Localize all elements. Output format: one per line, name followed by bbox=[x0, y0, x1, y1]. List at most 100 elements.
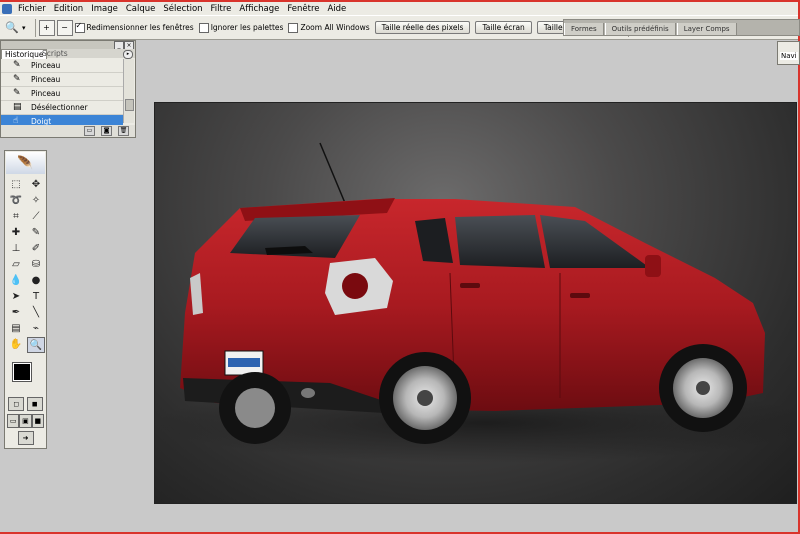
hand-tool-icon[interactable]: ✋ bbox=[7, 337, 25, 351]
menu-edition[interactable]: Edition bbox=[50, 4, 87, 14]
history-row-label: Pinceau bbox=[31, 61, 61, 70]
line-tool-icon[interactable]: ╲ bbox=[27, 305, 45, 319]
type-tool-icon[interactable]: T bbox=[27, 289, 45, 303]
fit-screen-button[interactable]: Taille écran bbox=[475, 21, 532, 34]
paint-bucket-tool-icon[interactable]: ⛁ bbox=[27, 257, 45, 271]
jump-row: ➜ bbox=[7, 431, 44, 445]
crop-tool-icon[interactable]: ⌗ bbox=[7, 209, 25, 223]
stamp-tool-icon[interactable]: ⊥ bbox=[7, 241, 25, 255]
magic-wand-tool-icon[interactable]: ✧ bbox=[27, 193, 45, 207]
notes-tool-icon[interactable]: ▤ bbox=[7, 321, 25, 335]
brush-tool-icon[interactable]: ✎ bbox=[27, 225, 45, 239]
door-handle bbox=[460, 283, 480, 288]
screen-mode-full-icon[interactable]: ▣ bbox=[19, 414, 32, 428]
checkbox-icon[interactable] bbox=[288, 22, 299, 33]
feather-logo-icon[interactable]: 🪶 bbox=[6, 152, 45, 174]
menu-fenetre[interactable]: Fenêtre bbox=[283, 4, 323, 14]
history-footer: ▭ ◙ 🗑 bbox=[1, 125, 135, 137]
menu-aide[interactable]: Aide bbox=[323, 4, 350, 14]
history-palette: _ × Historique Scripts ▸ ✎ Pinceau ✎ Pin… bbox=[0, 40, 136, 138]
ignore-palettes-checkbox[interactable]: Ignorer les palettes bbox=[198, 22, 284, 33]
zoom-all-windows-checkbox[interactable]: Zoom All Windows bbox=[288, 22, 370, 33]
navigator-tab[interactable]: Navi bbox=[780, 52, 798, 60]
history-row[interactable]: ✎ Pinceau bbox=[1, 87, 123, 101]
actual-pixels-button[interactable]: Taille réelle des pixels bbox=[374, 21, 471, 34]
ignore-palettes-label: Ignorer les palettes bbox=[210, 23, 284, 32]
marquee-tool-icon[interactable]: ⬚ bbox=[7, 177, 25, 191]
tool-preset-dropdown-icon[interactable]: ▾ bbox=[22, 24, 26, 32]
resize-windows-checkbox[interactable]: Redimensionner les fenêtres bbox=[74, 21, 194, 33]
antenna bbox=[319, 142, 346, 204]
mirror bbox=[645, 255, 661, 277]
lasso-tool-icon[interactable]: ➰ bbox=[7, 193, 25, 207]
history-scrollbar[interactable] bbox=[123, 59, 134, 123]
pen-tool-icon[interactable]: ✒ bbox=[7, 305, 25, 319]
zoom-out-icon[interactable]: − bbox=[56, 19, 73, 36]
blur-tool-icon[interactable]: 💧 bbox=[7, 273, 25, 287]
foreground-color-swatch[interactable] bbox=[12, 362, 32, 382]
screen-mode-black-icon[interactable]: ■ bbox=[31, 414, 44, 428]
menu-filtre[interactable]: Filtre bbox=[207, 4, 236, 14]
quick-mask-icon[interactable]: ◼ bbox=[26, 397, 43, 411]
palette-titlebar[interactable]: _ × bbox=[1, 41, 135, 50]
trash-icon[interactable]: 🗑 bbox=[118, 126, 129, 136]
zoom-tool-icon[interactable]: 🔍 bbox=[27, 337, 45, 353]
eyedropper-tool-icon[interactable]: ⌁ bbox=[27, 321, 45, 335]
well-tab-layer-comps[interactable]: Layer Comps bbox=[676, 23, 737, 35]
history-list: ✎ Pinceau ✎ Pinceau ✎ Pinceau ▤ Désélect… bbox=[1, 59, 123, 129]
exhaust bbox=[301, 388, 315, 398]
color-swatches bbox=[7, 359, 44, 393]
brush-icon: ✎ bbox=[13, 88, 21, 98]
history-row[interactable]: ✎ Pinceau bbox=[1, 59, 123, 73]
path-selection-tool-icon[interactable]: ➤ bbox=[7, 289, 25, 303]
checkbox-icon[interactable] bbox=[198, 22, 209, 33]
palette-menu-icon[interactable]: ▸ bbox=[123, 50, 133, 59]
checkbox-checked-icon[interactable] bbox=[74, 21, 85, 33]
palette-well: Formes Outils prédéfinis Layer Comps bbox=[563, 19, 800, 36]
new-document-from-state-icon[interactable]: ▭ bbox=[84, 126, 95, 136]
move-tool-icon[interactable]: ✥ bbox=[27, 177, 45, 191]
history-row-label: Pinceau bbox=[31, 75, 61, 84]
side-window-middle bbox=[455, 215, 545, 268]
scrollbar-thumb[interactable] bbox=[125, 99, 134, 111]
toolbox: 🪶 ⬚ ✥ ➰ ✧ ⌗ ⟋ ✚ ✎ ⊥ ✐ ▱ ⛁ 💧 ● ➤ T ✒ ╲ ▤ … bbox=[4, 150, 47, 449]
navigator-palette: Navi bbox=[777, 41, 800, 65]
history-row-label: Pinceau bbox=[31, 89, 61, 98]
well-tab-outils[interactable]: Outils prédéfinis bbox=[604, 23, 676, 35]
rear-wheel-hub bbox=[417, 390, 433, 406]
door-handle bbox=[570, 293, 590, 298]
history-row[interactable]: ▤ Désélectionner bbox=[1, 101, 123, 115]
zoom-all-windows-label: Zoom All Windows bbox=[300, 23, 370, 32]
palette-tabs: Historique Scripts ▸ bbox=[1, 49, 135, 59]
eraser-tool-icon[interactable]: ▱ bbox=[7, 257, 25, 271]
menu-affichage[interactable]: Affichage bbox=[235, 4, 283, 14]
tab-scripts[interactable]: Scripts bbox=[39, 49, 71, 58]
well-tab-formes[interactable]: Formes bbox=[564, 23, 604, 35]
history-row[interactable]: ✎ Pinceau bbox=[1, 73, 123, 87]
document-canvas[interactable] bbox=[154, 102, 797, 504]
document-icon: ▤ bbox=[13, 102, 22, 112]
history-brush-tool-icon[interactable]: ✐ bbox=[27, 241, 45, 255]
zoom-in-icon[interactable]: + bbox=[38, 19, 55, 36]
car-photo bbox=[155, 142, 796, 463]
history-row-label: Désélectionner bbox=[31, 103, 88, 112]
healing-tool-icon[interactable]: ✚ bbox=[7, 225, 25, 239]
jump-to-imageready-icon[interactable]: ➜ bbox=[17, 431, 34, 445]
new-snapshot-icon[interactable]: ◙ bbox=[101, 126, 112, 136]
dodge-tool-icon[interactable]: ● bbox=[27, 273, 45, 287]
app-logo-icon bbox=[2, 3, 12, 14]
resize-windows-label: Redimensionner les fenêtres bbox=[86, 23, 194, 32]
slice-tool-icon[interactable]: ⟋ bbox=[27, 209, 45, 223]
zoom-tool-icon[interactable]: 🔍 bbox=[4, 21, 20, 35]
front-wheel-hub bbox=[696, 381, 710, 395]
license-plate-text-band bbox=[228, 358, 260, 367]
screen-mode-standard-icon[interactable]: ▭ bbox=[7, 414, 20, 428]
rear-left-wheel-rim bbox=[235, 388, 275, 428]
menu-fichier[interactable]: Fichier bbox=[14, 4, 50, 14]
screen-mode-row: ▭ ▣ ■ bbox=[7, 414, 44, 428]
standard-mode-icon[interactable]: ◻ bbox=[8, 397, 25, 411]
menu-calque[interactable]: Calque bbox=[122, 4, 160, 14]
menu-image[interactable]: Image bbox=[87, 4, 122, 14]
menu-selection[interactable]: Sélection bbox=[159, 4, 206, 14]
quick-mask-row: ◻ ◼ bbox=[7, 397, 44, 411]
